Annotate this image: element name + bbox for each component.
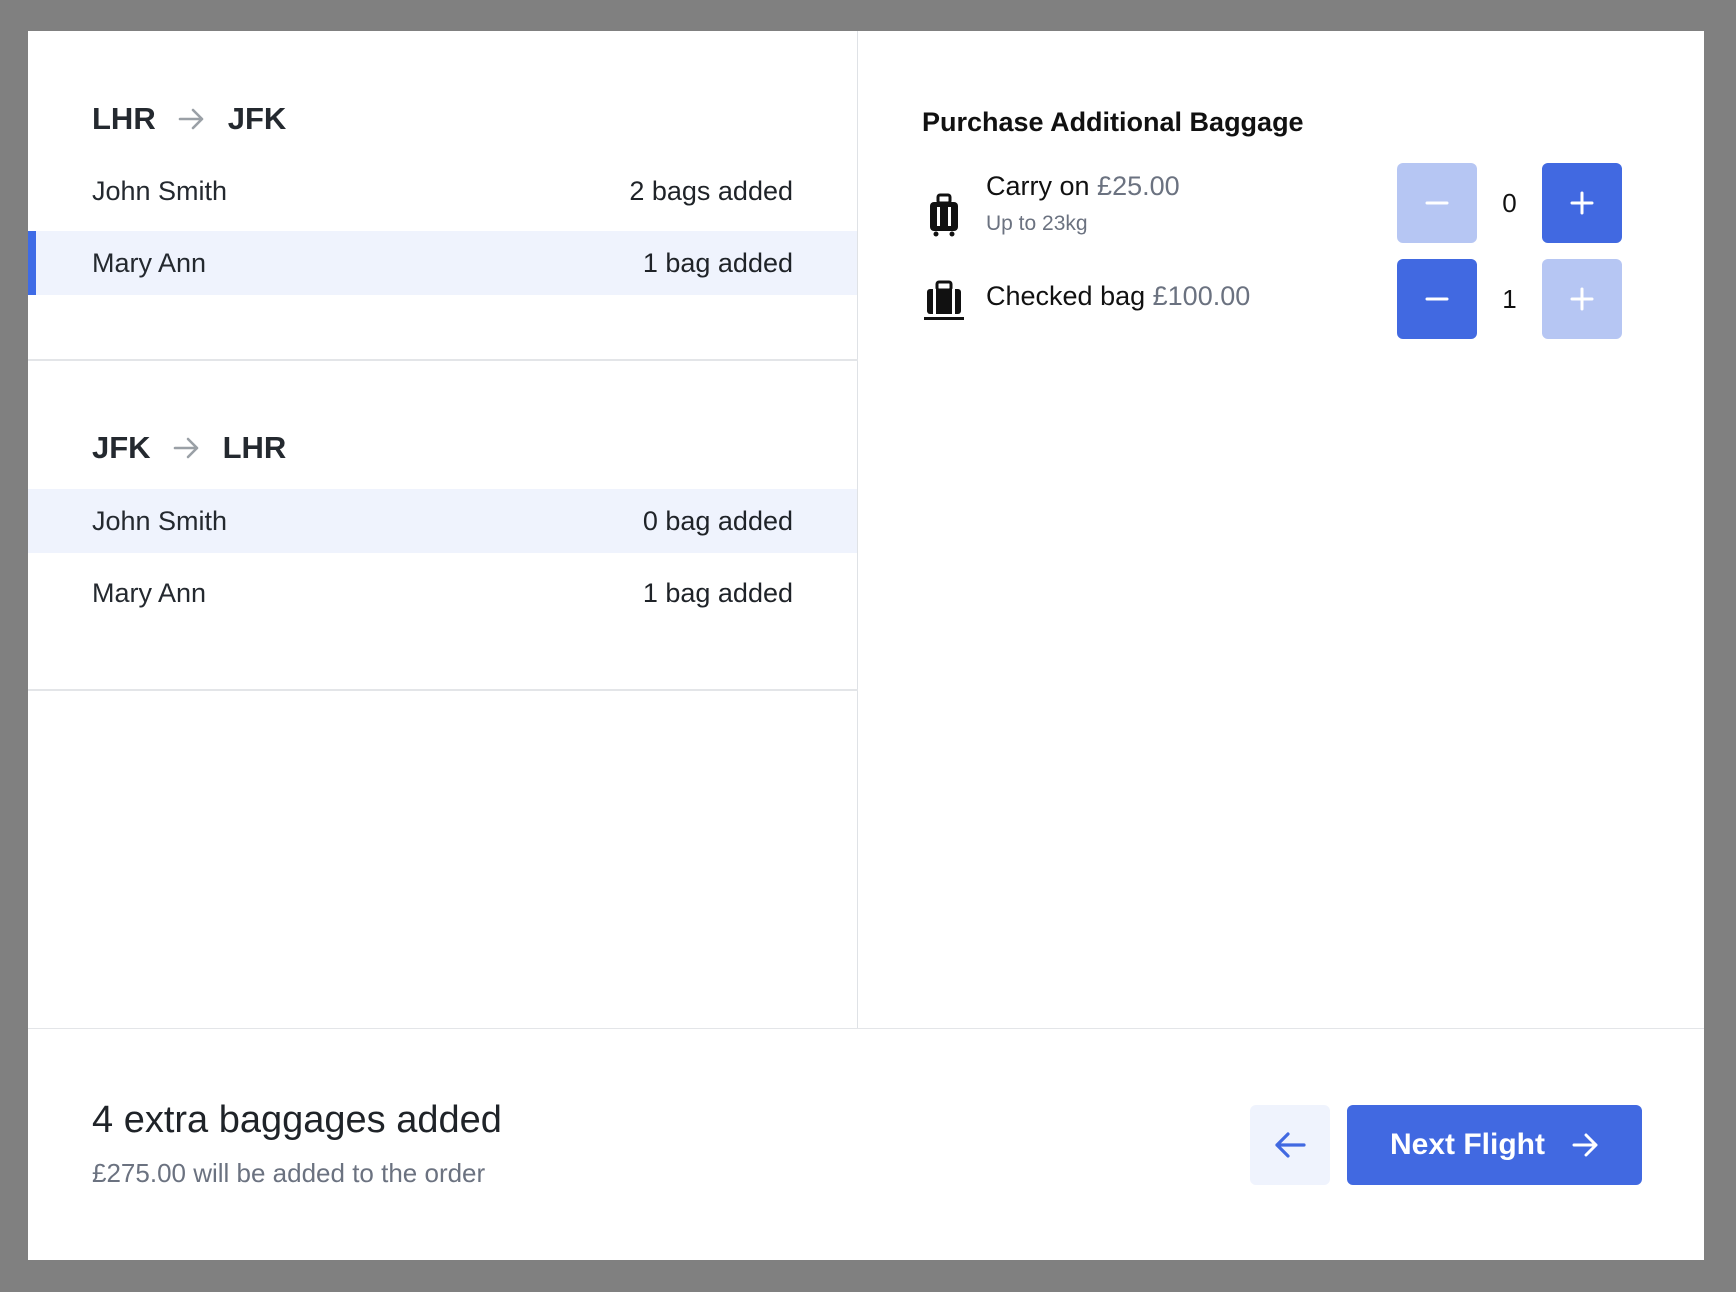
summary-title: 4 extra baggages added [92, 1099, 502, 1141]
route-header: LHR JFK [92, 101, 286, 137]
flight-section-outbound: LHR JFK John Smith 2 bags added Mary Ann… [28, 31, 858, 361]
bag-price: £25.00 [1097, 171, 1180, 201]
carry-on-text: Carry on £25.00 Up to 23kg [986, 171, 1180, 236]
increment-button[interactable] [1542, 163, 1622, 243]
increment-button[interactable] [1542, 259, 1622, 339]
destination-code: JFK [227, 101, 287, 136]
arrow-right-icon [1571, 1132, 1599, 1158]
next-flight-button[interactable]: Next Flight [1347, 1105, 1642, 1185]
summary-footer: 4 extra baggages added £275.00 will be a… [28, 1028, 1704, 1260]
minus-icon [1425, 297, 1449, 301]
flight-list-pane: LHR JFK John Smith 2 bags added Mary Ann… [28, 31, 858, 1028]
origin-code: JFK [92, 430, 151, 465]
bag-name: Checked bag [986, 281, 1146, 311]
carry-on-label-line: Carry on £25.00 [986, 171, 1180, 202]
bag-weight-limit: Up to 23kg [986, 212, 1088, 235]
passenger-row[interactable]: John Smith 2 bags added [28, 159, 857, 223]
passenger-row[interactable]: Mary Ann 1 bag added [28, 561, 857, 625]
back-button[interactable] [1250, 1105, 1330, 1185]
quantity-value: 1 [1502, 284, 1517, 314]
checked-bag-label-line: Checked bag £100.00 [986, 281, 1250, 312]
bag-price: £100.00 [1152, 281, 1251, 311]
suitcase-icon [922, 193, 966, 237]
origin-code: LHR [92, 101, 156, 136]
summary-subtitle: £275.00 will be added to the order [92, 1158, 486, 1188]
plus-icon [1570, 287, 1594, 311]
briefcase-icon [922, 279, 966, 323]
panel-title: Purchase Additional Baggage [922, 107, 1304, 137]
passenger-name: Mary Ann [92, 247, 207, 278]
checked-bag-text: Checked bag £100.00 [986, 281, 1250, 312]
minus-icon [1425, 201, 1449, 205]
arrow-right-icon [178, 107, 206, 131]
quantity-value: 0 [1502, 188, 1517, 218]
bag-name: Carry on [986, 171, 1090, 201]
decrement-button[interactable] [1397, 259, 1477, 339]
selected-indicator [28, 231, 36, 295]
arrow-left-icon [1275, 1132, 1306, 1158]
baggage-dialog: LHR JFK John Smith 2 bags added Mary Ann… [28, 31, 1704, 1260]
next-flight-label: Next Flight [1390, 1128, 1545, 1161]
bag-count: 1 bag added [642, 247, 793, 278]
route-header: JFK LHR [92, 430, 286, 466]
passenger-row[interactable]: John Smith 0 bag added [28, 489, 857, 553]
passenger-name: John Smith [92, 175, 228, 206]
bag-count: 2 bags added [629, 175, 793, 206]
bag-count: 1 bag added [642, 577, 793, 608]
carry-on-item: Carry on £25.00 Up to 23kg 0 [922, 163, 1672, 247]
passenger-row-selected[interactable]: Mary Ann 1 bag added [28, 231, 857, 295]
plus-icon [1570, 191, 1594, 215]
passenger-name: John Smith [92, 505, 228, 536]
flight-section-return: JFK LHR John Smith 0 bag added Mary Ann … [28, 361, 858, 691]
destination-code: LHR [222, 430, 287, 465]
checked-bag-stepper: 1 [1397, 259, 1622, 339]
decrement-button[interactable] [1397, 163, 1477, 243]
bag-count: 0 bag added [642, 505, 793, 536]
arrow-right-icon [173, 436, 201, 460]
passenger-name: Mary Ann [92, 577, 207, 608]
checked-bag-item: Checked bag £100.00 1 [922, 259, 1672, 343]
carry-on-stepper: 0 [1397, 163, 1622, 243]
